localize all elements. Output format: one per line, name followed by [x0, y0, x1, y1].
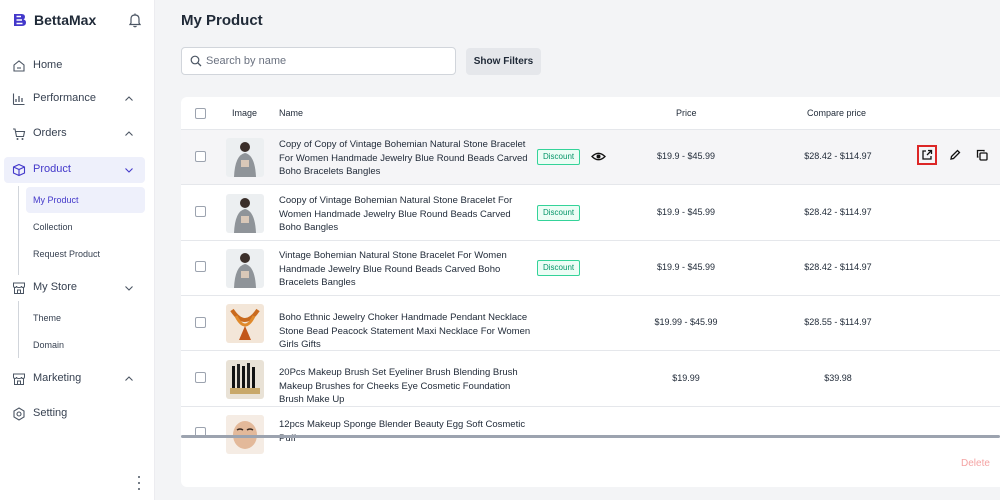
product-thumbnail — [226, 194, 264, 233]
search-icon — [190, 55, 202, 67]
page-title: My Product — [181, 12, 263, 29]
product-thumbnail — [226, 249, 264, 288]
chevron-down-icon — [125, 168, 133, 173]
product-thumbnail — [226, 304, 264, 343]
table-row[interactable]: Copy of Copy of Vintage Bohemian Natural… — [181, 130, 1000, 185]
bar-chart-icon — [12, 93, 25, 106]
sidebar-subitem-my-product[interactable]: My Product — [26, 187, 145, 213]
row-checkbox[interactable] — [195, 317, 206, 328]
product-name[interactable]: Boho Ethnic Jewelry Choker Handmade Pend… — [279, 311, 531, 352]
product-name[interactable]: Coopy of Vintage Bohemian Natural Stone … — [279, 194, 531, 235]
table-row[interactable]: Vintage Bohemian Natural Stone Bracelet … — [181, 241, 1000, 296]
price: $19.99 - $45.99 — [654, 317, 718, 327]
product-name[interactable]: Copy of Copy of Vintage Bohemian Natural… — [279, 138, 531, 179]
column-header-price: Price — [676, 108, 697, 118]
sidebar-subitem-theme[interactable]: Theme — [26, 305, 145, 331]
sidebar-subitem-request-product[interactable]: Request Product — [26, 241, 145, 267]
sidebar-item-orders[interactable]: Orders — [4, 121, 145, 147]
product-thumbnail — [226, 360, 264, 399]
chevron-up-icon — [125, 376, 133, 381]
product-name[interactable]: 12pcs Makeup Sponge Blender Beauty Egg S… — [279, 418, 531, 445]
row-checkbox[interactable] — [195, 151, 206, 162]
logo[interactable]: BettaMax — [12, 10, 96, 30]
sidebar-subitem-collection[interactable]: Collection — [26, 214, 145, 240]
store-icon — [13, 282, 25, 294]
sidebar-item-marketing[interactable]: Marketing — [4, 366, 145, 392]
edit-button[interactable] — [945, 145, 965, 165]
sidebar-subitem-label: Request Product — [33, 249, 101, 259]
product-name[interactable]: 20Pcs Makeup Brush Set Eyeliner Brush Bl… — [279, 366, 531, 407]
compare-price: $28.42 - $114.97 — [804, 207, 872, 217]
sidebar-subitem-label: My Product — [33, 195, 79, 205]
select-all-checkbox[interactable] — [195, 108, 206, 119]
store-icon — [13, 373, 25, 385]
sidebar-item-label: Performance — [33, 92, 96, 104]
sidebar-item-product[interactable]: Product — [4, 157, 145, 183]
table-row[interactable]: Boho Ethnic Jewelry Choker Handmade Pend… — [181, 296, 1000, 351]
sidebar-subitem-label: Collection — [33, 222, 73, 232]
bettamax-logo-icon — [14, 14, 26, 26]
sidebar-item-label: Marketing — [33, 372, 82, 384]
compare-price: $28.55 - $114.97 — [804, 317, 872, 327]
box-icon — [12, 163, 26, 177]
sidebar-item-label: Setting — [33, 407, 68, 419]
sidebar: BettaMax Home Performance Orders Product… — [0, 0, 155, 500]
column-header-image: Image — [232, 108, 258, 118]
compare-price: $39.98 — [824, 373, 852, 383]
sidebar-subitem-domain[interactable]: Domain — [26, 332, 145, 358]
sidebar-item-home[interactable]: Home — [4, 53, 145, 79]
column-header-name: Name — [279, 108, 304, 118]
sidebar-item-performance[interactable]: Performance — [4, 86, 145, 112]
row-checkbox[interactable] — [195, 261, 206, 272]
product-name[interactable]: Vintage Bohemian Natural Stone Bracelet … — [279, 249, 531, 290]
product-thumbnail — [226, 138, 264, 177]
price: $19.9 - $45.99 — [656, 262, 716, 272]
compare-price: $28.42 - $114.97 — [804, 262, 872, 272]
delete-button[interactable]: Delete — [961, 458, 990, 469]
product-table-panel: Image Name Price Compare price Copy of C… — [181, 97, 1000, 487]
discount-badge: Discount — [537, 149, 581, 165]
kebab-menu-icon[interactable] — [136, 476, 142, 490]
home-icon — [13, 60, 25, 72]
row-checkbox[interactable] — [195, 372, 206, 383]
sidebar-item-label: My Store — [33, 281, 78, 293]
horizontal-scrollbar[interactable] — [181, 435, 1000, 438]
sidebar-item-setting[interactable]: Setting — [4, 401, 145, 427]
chevron-up-icon — [125, 96, 133, 101]
eye-icon[interactable] — [591, 151, 606, 162]
show-filters-button[interactable]: Show Filters — [466, 48, 541, 75]
external-link-icon — [922, 149, 933, 160]
sidebar-subitem-label: Domain — [33, 340, 65, 350]
column-header-compare-price: Compare price — [807, 108, 867, 118]
submenu-guide-line — [18, 186, 19, 358]
row-checkbox[interactable] — [195, 206, 206, 217]
gear-icon — [13, 407, 25, 421]
pencil-icon — [950, 149, 961, 160]
sidebar-item-label: Product — [33, 163, 71, 175]
table-row[interactable]: Coopy of Vintage Bohemian Natural Stone … — [181, 186, 1000, 241]
price: $19.9 - $45.99 — [656, 151, 716, 161]
table-header: Image Name Price Compare price — [181, 97, 1000, 130]
cart-icon — [13, 128, 26, 140]
external-link-button[interactable] — [917, 145, 937, 165]
app-name: BettaMax — [34, 12, 97, 28]
discount-badge: Discount — [537, 260, 581, 276]
copy-icon — [976, 149, 988, 161]
sidebar-item-my-store[interactable]: My Store — [4, 275, 145, 301]
compare-price: $28.42 - $114.97 — [804, 151, 872, 161]
sidebar-subitem-label: Theme — [33, 313, 62, 323]
search-input[interactable] — [206, 51, 446, 71]
chevron-down-icon — [125, 286, 133, 291]
discount-badge: Discount — [537, 205, 581, 221]
table-row[interactable]: 20Pcs Makeup Brush Set Eyeliner Brush Bl… — [181, 352, 1000, 407]
sidebar-item-label: Orders — [33, 127, 67, 139]
sidebar-item-label: Home — [33, 59, 63, 71]
price: $19.9 - $45.99 — [656, 207, 716, 217]
chevron-up-icon — [125, 131, 133, 136]
search-box — [181, 47, 456, 75]
duplicate-button[interactable] — [972, 145, 992, 165]
price: $19.99 — [672, 373, 700, 383]
bell-icon[interactable] — [128, 12, 142, 28]
